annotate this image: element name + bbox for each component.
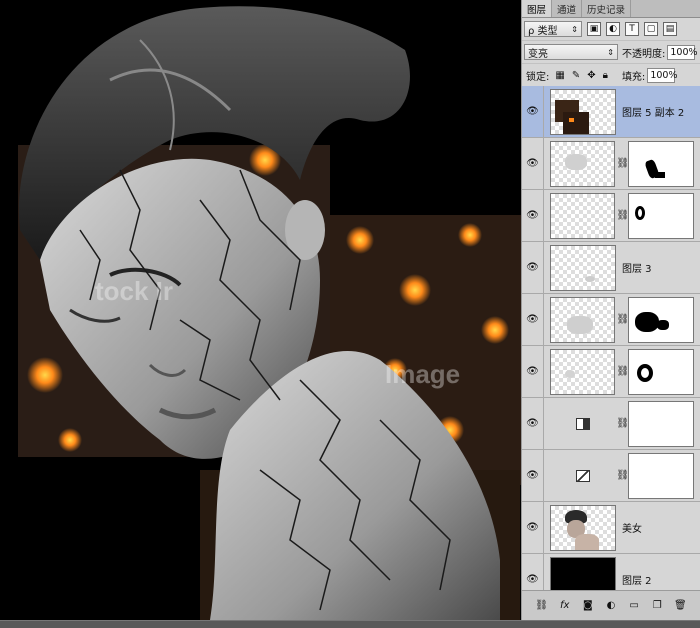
layer-mask-thumbnail: [628, 192, 695, 239]
layer-thumbnail: [550, 244, 616, 291]
layer-row[interactable]: 👁︎ ⛓︎: [522, 449, 700, 502]
opacity-input[interactable]: 100%: [667, 44, 698, 60]
new-layer-icon[interactable]: ❐: [650, 600, 664, 611]
eye-icon[interactable]: 👁︎: [522, 501, 544, 554]
lock-pixels-brush-icon[interactable]: ✎: [572, 70, 580, 81]
artwork: tock Ir Image: [18, 6, 521, 620]
lock-label: 锁定:: [526, 71, 550, 83]
layer-mask-thumbnail: [628, 400, 694, 447]
lock-all-icon[interactable]: 🔒︎: [603, 70, 608, 81]
layer-thumbnail: [549, 296, 616, 343]
lock-position-move-icon[interactable]: ✥: [587, 70, 595, 81]
layer-row[interactable]: 👁︎ 图层 5 副本 2: [522, 86, 700, 138]
lock-row: 锁定: ▦ ✎ ✥ 🔒︎ 填充: 100%: [522, 64, 700, 87]
add-mask-icon[interactable]: ◙: [581, 600, 595, 611]
blend-mode-select[interactable]: 变亮 ⇕: [524, 44, 618, 60]
layer-row[interactable]: 👁︎ ⛓︎: [522, 397, 700, 450]
layer-name: 图层 2: [622, 576, 652, 587]
eye-icon[interactable]: 👁︎: [522, 241, 544, 294]
layers-list: 👁︎ 图层 5 副本 2 👁︎ ⛓︎ 👁︎ ⛓︎ 👁︎ 图层 3 👁︎ ⛓︎ 👁…: [522, 86, 700, 590]
layer-thumbnail: [549, 140, 616, 187]
eye-icon[interactable]: 👁︎: [522, 137, 544, 190]
adjustment-layer-icon[interactable]: ◐: [604, 600, 618, 611]
blend-row: 变亮 ⇕ 不透明度: 100%: [522, 41, 700, 64]
text-filter-icon[interactable]: T: [625, 22, 639, 36]
curves-adjustment-icon: [550, 453, 616, 499]
eye-icon[interactable]: 👁︎: [522, 397, 544, 450]
new-group-folder-icon[interactable]: ▭: [627, 600, 641, 611]
opacity-label: 不透明度:: [622, 48, 666, 60]
delete-trash-icon[interactable]: 🗑︎: [673, 600, 687, 611]
gradient-map-adjustment-icon: [550, 401, 616, 447]
link-chain-icon[interactable]: ⛓︎: [616, 470, 629, 481]
filter-row: ρ 类型 ⇕ ▣ ◐ T ▢ ▤: [522, 18, 700, 41]
blend-mode-value: 变亮: [528, 48, 548, 60]
layer-thumbnail: [550, 556, 616, 590]
eye-icon[interactable]: 👁︎: [522, 189, 544, 242]
image-filter-icon[interactable]: ▣: [587, 22, 601, 36]
tab-channels[interactable]: 通道: [552, 0, 583, 17]
link-chain-icon[interactable]: ⛓︎: [616, 158, 629, 169]
link-chain-icon[interactable]: ⛓︎: [616, 314, 629, 325]
layer-row[interactable]: 👁︎ ⛓︎: [522, 189, 700, 242]
layer-row[interactable]: 👁︎ ⛓︎: [522, 345, 700, 398]
shape-filter-icon[interactable]: ▢: [644, 22, 658, 36]
layer-row[interactable]: 👁︎ 图层 2: [522, 553, 700, 590]
adjustment-filter-icon[interactable]: ◐: [606, 22, 620, 36]
layer-name: 美女: [622, 524, 642, 535]
layer-mask-thumbnail: [628, 452, 694, 499]
eye-icon[interactable]: 👁︎: [522, 553, 544, 590]
layer-thumbnail: [550, 88, 616, 135]
link-chain-icon[interactable]: ⛓︎: [616, 418, 629, 429]
fill-label: 填充:: [621, 71, 646, 83]
filter-kind-label: ρ 类型: [528, 25, 558, 37]
fill-input[interactable]: 100%: [647, 67, 677, 83]
layer-thumbnail: [549, 192, 616, 239]
filter-kind-select[interactable]: ρ 类型 ⇕: [524, 21, 582, 37]
eye-icon[interactable]: 👁︎: [522, 293, 544, 346]
tab-history[interactable]: 历史记录: [582, 0, 632, 17]
layer-mask-thumbnail: [628, 348, 695, 395]
eye-icon[interactable]: 👁︎: [522, 449, 544, 502]
watermark-right: Image: [385, 359, 460, 389]
chevron-down-icon: ⇕: [607, 47, 614, 57]
layer-row[interactable]: 👁︎ 图层 3: [522, 241, 700, 294]
layer-thumbnail: [550, 504, 616, 551]
layer-row[interactable]: 👁︎ ⛓︎: [522, 293, 700, 346]
link-chain-icon[interactable]: ⛓︎: [616, 366, 629, 377]
panel-footer: ⛓︎ fx ◙ ◐ ▭ ❐ 🗑︎: [522, 590, 700, 620]
layer-mask-thumbnail: [628, 140, 695, 187]
layer-row[interactable]: 👁︎ ⛓︎: [522, 137, 700, 190]
chevron-down-icon: ⇕: [571, 24, 578, 34]
document-canvas[interactable]: tock Ir Image: [0, 0, 521, 620]
layer-mask-thumbnail: [628, 296, 695, 343]
eye-icon[interactable]: 👁︎: [522, 86, 544, 138]
layer-name: 图层 3: [622, 264, 652, 275]
layer-thumbnail: [549, 348, 616, 395]
layers-panel: 图层 通道 历史记录 ρ 类型 ⇕ ▣ ◐ T ▢ ▤ 变亮 ⇕ 不透明度: 1…: [521, 0, 700, 620]
watermark-left: tock Ir: [95, 276, 173, 306]
eye-icon[interactable]: 👁︎: [522, 345, 544, 398]
tab-layers[interactable]: 图层: [522, 0, 553, 17]
smart-object-filter-icon[interactable]: ▤: [663, 22, 677, 36]
lock-transparent-icon[interactable]: ▦: [555, 70, 564, 81]
layer-style-fx-icon[interactable]: fx: [558, 600, 572, 611]
layer-row[interactable]: 👁︎ 美女: [522, 501, 700, 554]
link-chain-icon[interactable]: ⛓︎: [616, 210, 629, 221]
link-layers-icon[interactable]: ⛓︎: [535, 600, 549, 611]
panel-tabs: 图层 通道 历史记录: [522, 0, 700, 18]
layer-name: 图层 5 副本 2: [622, 108, 685, 119]
